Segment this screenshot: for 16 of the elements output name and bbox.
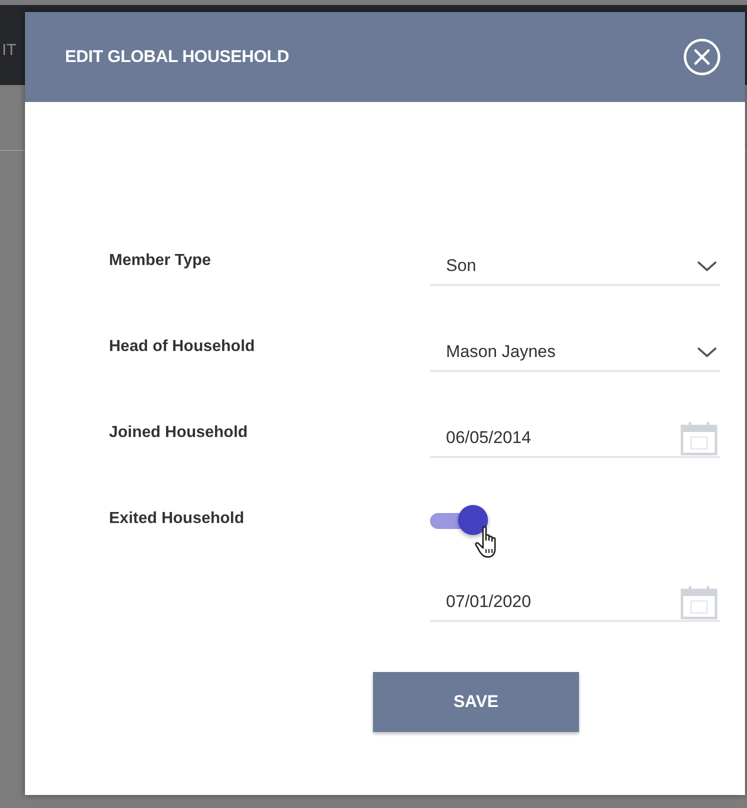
date-field[interactable]: 06/05/2014 [430,419,720,458]
close-icon [683,38,721,76]
chevron-down-icon [696,346,718,358]
calendar-icon [680,420,718,456]
date-field[interactable]: 07/01/2020 [430,583,720,622]
toggle-switch[interactable] [430,505,488,535]
field-label: Member Type [109,251,212,271]
field-label: Head of Household [109,337,256,357]
nav-text: IT [2,42,16,59]
dialog-title: EDIT GLOBAL HOUSEHOLD [65,46,290,68]
field-label: Joined Household [109,423,249,443]
chevron-down-icon [696,260,718,272]
calendar-icon [680,584,718,620]
field-label: Exited Household [109,509,246,529]
save-button[interactable]: SAVE [373,672,579,732]
close-button[interactable] [683,38,721,76]
